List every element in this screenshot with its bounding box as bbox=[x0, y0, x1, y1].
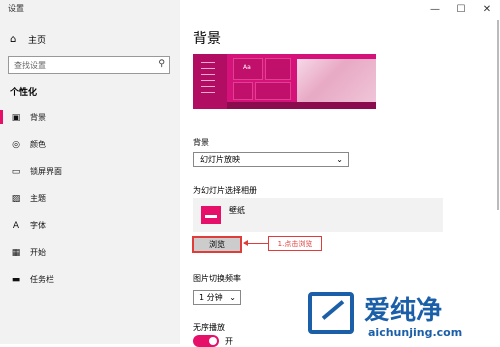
sidebar-item-label: 锁屏界面 bbox=[30, 167, 62, 176]
scrollbar[interactable] bbox=[497, 20, 499, 210]
maximize-button[interactable]: ☐ bbox=[448, 0, 474, 18]
section-heading: 个性化 bbox=[10, 88, 38, 98]
sidebar: 设置 ⌂ 主页 查找设置 ⚲ 个性化 ▣ 背景 ◎ 颜色 ▭ 锁屏界面 ▨ 主题… bbox=[0, 0, 180, 344]
nav-home-label: 主页 bbox=[28, 36, 47, 46]
preview-start-menu bbox=[193, 54, 227, 109]
sidebar-item-start[interactable]: ▦ 开始 bbox=[10, 247, 46, 258]
browse-button[interactable]: 浏览 bbox=[192, 236, 242, 253]
preview-aa-text: Aa bbox=[243, 64, 251, 71]
search-input[interactable]: 查找设置 ⚲ bbox=[8, 56, 170, 74]
sidebar-item-lockscreen[interactable]: ▭ 锁屏界面 bbox=[10, 166, 62, 177]
sidebar-item-label: 开始 bbox=[30, 248, 46, 257]
sidebar-item-label: 主题 bbox=[30, 194, 46, 203]
background-dropdown[interactable]: 幻灯片放映 ⌄ bbox=[193, 152, 349, 167]
folder-icon bbox=[201, 206, 221, 224]
album-item[interactable]: 壁纸 bbox=[193, 198, 443, 232]
monitor-icon: ▭ bbox=[11, 166, 21, 177]
watermark: 爱纯净 aichunjing.com bbox=[308, 290, 498, 344]
interval-dropdown-value: 1 分钟 bbox=[199, 293, 223, 302]
sidebar-item-label: 颜色 bbox=[30, 140, 46, 149]
active-indicator bbox=[0, 110, 3, 124]
annotation-callout: 1.点击浏览 bbox=[268, 236, 322, 251]
sidebar-item-taskbar[interactable]: ▬ 任务栏 bbox=[10, 274, 54, 285]
background-dropdown-value: 幻灯片放映 bbox=[200, 155, 240, 164]
watermark-url: aichunjing.com bbox=[368, 326, 463, 339]
nav-home[interactable]: ⌂ 主页 bbox=[10, 33, 46, 46]
preview-tile bbox=[255, 82, 291, 100]
sidebar-item-label: 任务栏 bbox=[30, 275, 54, 284]
preview-tile bbox=[265, 58, 291, 80]
sidebar-item-background[interactable]: ▣ 背景 bbox=[10, 112, 46, 123]
shuffle-toggle[interactable] bbox=[193, 335, 219, 347]
home-icon: ⌂ bbox=[10, 34, 17, 45]
chevron-down-icon: ⌄ bbox=[229, 293, 236, 302]
background-preview: Aa bbox=[193, 54, 376, 109]
annotation-arrow bbox=[243, 240, 268, 246]
background-label: 背景 bbox=[193, 138, 209, 147]
album-name: 壁纸 bbox=[229, 206, 245, 215]
font-icon: A bbox=[12, 220, 20, 231]
sidebar-item-label: 字体 bbox=[30, 221, 46, 230]
window-controls: — ☐ ✕ bbox=[422, 0, 500, 18]
interval-label: 图片切换频率 bbox=[193, 274, 241, 283]
main-content: — ☐ ✕ 背景 Aa 背景 幻灯片放映 ⌄ 为幻灯片选择相册 壁纸 浏览 1.… bbox=[180, 0, 500, 347]
sidebar-item-themes[interactable]: ▨ 主题 bbox=[10, 193, 46, 204]
sidebar-item-fonts[interactable]: A 字体 bbox=[10, 220, 46, 231]
image-icon: ▣ bbox=[11, 112, 21, 123]
preview-tile bbox=[233, 82, 253, 100]
sidebar-item-label: 背景 bbox=[30, 113, 46, 122]
palette-icon: ◎ bbox=[12, 139, 20, 150]
preview-taskbar bbox=[227, 102, 376, 109]
minimize-button[interactable]: — bbox=[422, 0, 448, 18]
watermark-title: 爱纯净 bbox=[364, 296, 443, 326]
shuffle-state: 开 bbox=[225, 337, 233, 346]
close-button[interactable]: ✕ bbox=[474, 0, 500, 18]
album-label: 为幻灯片选择相册 bbox=[193, 186, 257, 195]
search-icon: ⚲ bbox=[158, 59, 165, 69]
search-placeholder: 查找设置 bbox=[14, 60, 46, 70]
taskbar-icon: ▬ bbox=[11, 274, 21, 285]
shuffle-label: 无序播放 bbox=[193, 323, 225, 332]
watermark-logo bbox=[308, 292, 354, 334]
sidebar-item-colors[interactable]: ◎ 颜色 bbox=[10, 139, 46, 150]
chevron-down-icon: ⌄ bbox=[336, 155, 343, 164]
page-title: 背景 bbox=[193, 31, 221, 47]
interval-dropdown[interactable]: 1 分钟 ⌄ bbox=[193, 290, 241, 305]
theme-icon: ▨ bbox=[11, 193, 21, 204]
start-icon: ▦ bbox=[11, 247, 21, 258]
window-title: 设置 bbox=[8, 4, 24, 13]
